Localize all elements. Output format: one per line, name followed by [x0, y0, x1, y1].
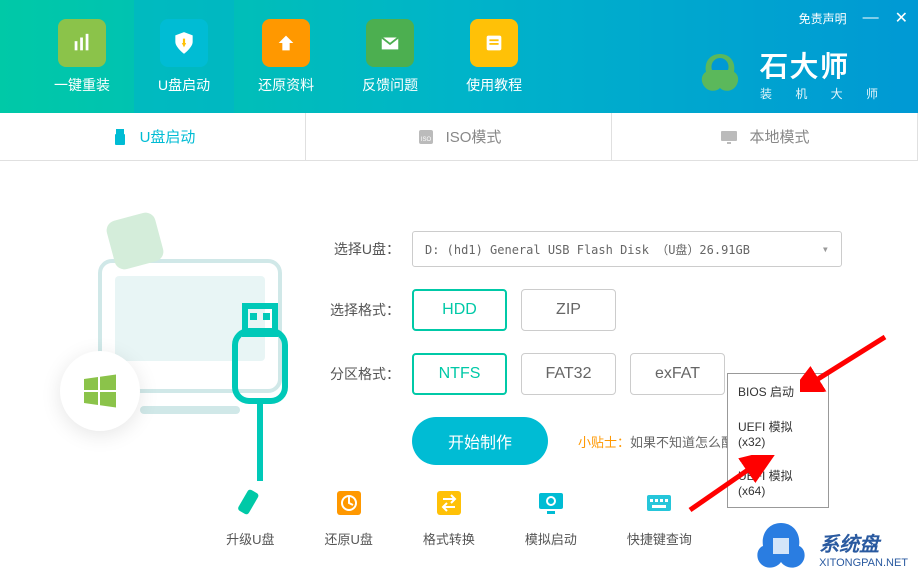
usb-illustration — [40, 191, 300, 481]
watermark-logo-icon — [751, 518, 811, 578]
sub-tab-label: ISO模式 — [446, 126, 502, 147]
close-button[interactable]: ✕ — [895, 8, 908, 28]
nav-tabs: 一键重装 U盘启动 还原资料 反馈问题 使用教程 — [0, 0, 546, 113]
brand-text: 石大师 装 机 大 师 — [760, 45, 888, 102]
nav-label: 一键重装 — [54, 75, 110, 95]
option-exfat[interactable]: exFAT — [630, 353, 725, 395]
row-format: 选择格式： HDD ZIP — [330, 289, 878, 331]
start-button[interactable]: 开始制作 — [412, 417, 548, 465]
sub-tab-label: U盘启动 — [140, 126, 196, 147]
tool-format-convert[interactable]: 格式转换 — [423, 487, 475, 548]
nav-label: 使用教程 — [466, 75, 522, 95]
restore-icon — [333, 487, 365, 519]
book-icon — [470, 19, 518, 67]
watermark-url: XITONGPAN.NET — [819, 557, 908, 569]
windows-badge-icon — [60, 351, 140, 431]
tool-upgrade-usb[interactable]: 升级U盘 — [226, 487, 274, 548]
nav-label: 反馈问题 — [362, 75, 418, 95]
nav-tab-restore[interactable]: 还原资料 — [234, 0, 338, 113]
bars-icon — [58, 19, 106, 67]
popup-item-uefi32[interactable]: UEFI 模拟(x32) — [728, 409, 828, 458]
brand-subtitle: 装 机 大 师 — [760, 85, 888, 102]
label-format: 选择格式： — [330, 300, 400, 320]
up-arrow-icon — [262, 19, 310, 67]
nav-tab-usb-boot[interactable]: U盘启动 — [134, 0, 234, 113]
mail-icon — [366, 19, 414, 67]
option-zip[interactable]: ZIP — [521, 289, 616, 331]
tool-hotkey-lookup[interactable]: 快捷键查询 — [627, 487, 692, 548]
option-ntfs[interactable]: NTFS — [412, 353, 507, 395]
tool-label: 还原U盘 — [324, 529, 372, 548]
shield-icon — [160, 19, 208, 67]
window-controls: 免责声明 — ✕ — [799, 8, 908, 28]
option-hdd[interactable]: HDD — [412, 289, 507, 331]
nav-tab-tutorial[interactable]: 使用教程 — [442, 0, 546, 113]
brand-logo-icon — [692, 46, 748, 102]
sub-tab-iso[interactable]: ISO ISO模式 — [306, 113, 612, 160]
brand: 石大师 装 机 大 师 — [692, 45, 888, 102]
watermark-text: 系统盘 — [819, 528, 908, 557]
tool-restore-usb[interactable]: 还原U盘 — [324, 487, 372, 548]
simulate-icon — [535, 487, 567, 519]
nav-label: U盘启动 — [158, 75, 210, 95]
tool-label: 快捷键查询 — [627, 529, 692, 548]
iso-icon: ISO — [416, 127, 436, 147]
label-partition: 分区格式： — [330, 364, 400, 384]
option-fat32[interactable]: FAT32 — [521, 353, 616, 395]
format-options: HDD ZIP — [412, 289, 616, 331]
tool-simulate-boot[interactable]: 模拟启动 — [525, 487, 577, 548]
brand-title: 石大师 — [760, 45, 888, 85]
tool-label: 升级U盘 — [226, 529, 274, 548]
sub-tab-local[interactable]: 本地模式 — [612, 113, 918, 160]
partition-options: NTFS FAT32 exFAT — [412, 353, 725, 395]
monitor-icon — [719, 127, 739, 147]
disclaimer-link[interactable]: 免责声明 — [799, 10, 847, 27]
tool-label: 模拟启动 — [525, 529, 577, 548]
minimize-button[interactable]: — — [863, 9, 879, 27]
usb-icon — [110, 127, 130, 147]
tip-label: 小贴士： — [578, 435, 630, 450]
chevron-down-icon: ▾ — [822, 242, 829, 256]
popup-item-bios[interactable]: BIOS 启动 — [728, 374, 828, 409]
row-select-usb: 选择U盘： D: (hd1) General USB Flash Disk （U… — [330, 231, 878, 267]
usb-value: D: (hd1) General USB Flash Disk （U盘）26.9… — [425, 241, 750, 258]
sub-tabs: U盘启动 ISO ISO模式 本地模式 — [0, 113, 918, 161]
usb-upgrade-icon — [234, 487, 266, 519]
usb-select[interactable]: D: (hd1) General USB Flash Disk （U盘）26.9… — [412, 231, 842, 267]
watermark: 系统盘 XITONGPAN.NET — [751, 518, 908, 578]
convert-icon — [433, 487, 465, 519]
svg-text:ISO: ISO — [420, 137, 431, 143]
nav-tab-reinstall[interactable]: 一键重装 — [30, 0, 134, 113]
nav-label: 还原资料 — [258, 75, 314, 95]
keyboard-icon — [643, 487, 675, 519]
label-usb: 选择U盘： — [330, 239, 400, 259]
nav-tab-feedback[interactable]: 反馈问题 — [338, 0, 442, 113]
sub-tab-usb[interactable]: U盘启动 — [0, 113, 306, 160]
sub-tab-label: 本地模式 — [749, 126, 809, 147]
header: 免责声明 — ✕ 一键重装 U盘启动 还原资料 反馈问题 — [0, 0, 918, 113]
tool-label: 格式转换 — [423, 529, 475, 548]
